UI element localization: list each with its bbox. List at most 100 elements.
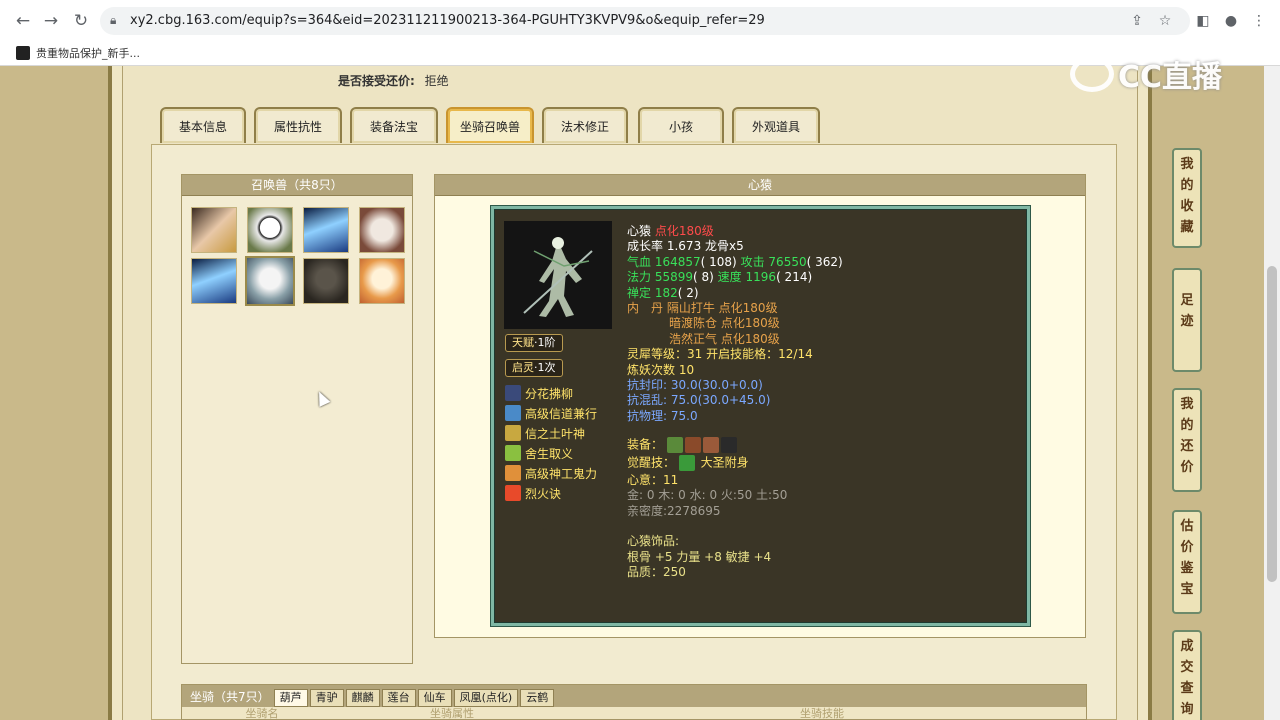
skill-label: 高级神工鬼力	[525, 466, 598, 481]
mount-panel: 坐骑（共7只） 葫芦 青驴 麒麟 莲台 仙车 凤凰(点化) 云鹤 坐骑名 坐骑属…	[181, 684, 1087, 720]
bargain-value: 拒绝	[424, 74, 449, 88]
zen-value: 182	[654, 285, 678, 300]
soul-skill-label: 开启技能格：	[706, 347, 779, 362]
equip-slot-icon[interactable]	[720, 437, 737, 453]
mount-tab[interactable]: 莲台	[381, 689, 416, 707]
star-icon[interactable]: ☆	[1156, 12, 1174, 30]
zen-extra: ( 2)	[677, 285, 699, 300]
mp-value: 55899	[654, 270, 694, 285]
mount-col-attr: 坐骑属性	[430, 707, 474, 720]
mount-tab[interactable]: 凤凰(点化)	[453, 689, 519, 707]
tab-spell-correction[interactable]: 法术修正	[542, 107, 628, 143]
forward-icon[interactable]: →	[40, 10, 62, 32]
bookmark-icon	[16, 46, 30, 60]
skill-item[interactable]: 高级神工鬼力	[505, 464, 597, 482]
tab-child[interactable]: 小孩	[638, 107, 724, 143]
skill-label: 烈火诀	[525, 486, 562, 501]
mp-label: 法力	[627, 270, 652, 285]
awaken-value: 大圣附身	[700, 455, 749, 470]
sidebar-footprints[interactable]: 足迹	[1172, 268, 1202, 372]
watermark-logo-icon	[1070, 56, 1114, 92]
skill-item[interactable]: 信之土叶神	[505, 424, 585, 442]
skill-item[interactable]: 分花拂柳	[505, 384, 573, 402]
sidebar-transaction-query[interactable]: 成交查询	[1172, 630, 1202, 720]
equip-label: 装备：	[627, 437, 664, 452]
pets-title: 召唤兽（共8只）	[182, 175, 412, 196]
reload-icon[interactable]: ↻	[70, 10, 92, 32]
bookmark-label: 贵重物品保护_新手...	[36, 47, 140, 60]
tab-equipment[interactable]: 装备法宝	[350, 107, 438, 143]
url-text[interactable]: xy2.cbg.163.com/equip?s=364&eid=20231121…	[130, 13, 765, 28]
atk-value: 76550	[768, 254, 807, 269]
mount-tab[interactable]: 云鹤	[520, 689, 555, 707]
tab-appearance[interactable]: 外观道具	[732, 107, 820, 143]
dragon-bone: 龙骨x5	[705, 239, 744, 254]
pet-thumb[interactable]	[247, 207, 293, 253]
elements-text: 金: 0 木: 0 水: 0 火:50 土:50	[627, 488, 788, 503]
back-icon[interactable]: ←	[12, 10, 34, 32]
hp-label: 气血	[627, 254, 652, 269]
neidan-item: 浩然正气 点化180级	[669, 331, 780, 346]
growth-value: 1.673	[666, 239, 702, 254]
mount-tab[interactable]: 葫芦	[273, 689, 308, 707]
equip-slot-icon[interactable]	[702, 437, 719, 453]
mount-col-name: 坐骑名	[245, 707, 279, 720]
awaken-label: 觉醒技：	[627, 455, 676, 470]
pet-thumb[interactable]	[359, 258, 405, 304]
menu-icon[interactable]: ⋮	[1248, 10, 1270, 32]
sidebar-label: 足迹	[1180, 293, 1194, 329]
skill-icon	[505, 465, 521, 481]
mind-value: 11	[663, 473, 679, 487]
spd-label: 速度	[717, 270, 742, 285]
equip-slot-icon[interactable]	[684, 437, 701, 453]
mount-tabs: 坐骑（共7只） 葫芦 青驴 麒麟 莲台 仙车 凤凰(点化) 云鹤	[182, 685, 1086, 707]
skill-label: 高级信道兼行	[525, 406, 598, 421]
tab-basic-info[interactable]: 基本信息	[160, 107, 246, 143]
pet-thumb[interactable]	[359, 207, 405, 253]
mount-tab[interactable]: 麒麟	[345, 689, 380, 707]
skill-item[interactable]: 高级信道兼行	[505, 404, 597, 422]
res-seal-label: 抗封印:	[627, 378, 668, 393]
sidebar-my-bargains[interactable]: 我的还价	[1172, 388, 1202, 492]
pet-figure-icon	[523, 237, 593, 317]
neidan-item: 隔山打牛 点化180级	[666, 301, 778, 316]
skill-item[interactable]: 烈火诀	[505, 484, 561, 502]
spirit-badge: 启灵·1次	[505, 359, 563, 377]
bookmark-item[interactable]: 贵重物品保护_新手...	[16, 44, 140, 62]
pet-thumb[interactable]	[303, 258, 349, 304]
spd-value: 1196	[745, 270, 777, 285]
refine-label: 炼妖次数	[627, 362, 676, 377]
pet-thumb[interactable]	[191, 258, 237, 304]
talent-value: ·1阶	[534, 336, 556, 349]
growth-label: 成长率	[627, 239, 664, 254]
pet-info-lower: 装备： 觉醒技： 大圣附身 心意：11 金: 0 木: 0 水: 0 火:50 …	[627, 437, 787, 580]
pet-thumb[interactable]	[303, 207, 349, 253]
equip-slot-icon[interactable]	[666, 437, 683, 453]
tab-attributes[interactable]: 属性抗性	[254, 107, 342, 143]
zen-label: 禅定	[627, 285, 652, 300]
soul-skill-value: 12/14	[778, 347, 813, 362]
pet-thumb[interactable]	[191, 207, 237, 253]
address-bar[interactable]: 🔒︎ xy2.cbg.163.com/equip?s=364&eid=20231…	[100, 7, 1190, 35]
skill-icon	[505, 445, 521, 461]
sidebar-favorites[interactable]: 我的收藏	[1172, 148, 1202, 248]
skill-label: 信之土叶神	[525, 426, 586, 441]
sidepanel-icon[interactable]: ◧	[1192, 10, 1214, 32]
spirit-label: 启灵	[512, 361, 534, 374]
skill-item[interactable]: 舍生取义	[505, 444, 573, 462]
atk-label: 攻击	[740, 254, 765, 269]
share-icon[interactable]: ⇪	[1128, 12, 1146, 30]
tab-mount-pets[interactable]: 坐骑召唤兽	[446, 107, 534, 143]
scrollbar-thumb[interactable]	[1267, 266, 1277, 582]
ornament-stats: 根骨 +5 力量 +8 敏捷 +4	[627, 549, 772, 564]
mount-col-skill: 坐骑技能	[800, 707, 844, 720]
sidebar-appraisal[interactable]: 估价鉴宝	[1172, 510, 1202, 614]
pet-thumb-selected[interactable]	[245, 256, 295, 306]
spirit-value: ·1次	[534, 361, 556, 374]
soul-label: 灵犀等级：	[627, 347, 688, 362]
mount-tab[interactable]: 青驴	[309, 689, 344, 707]
sidebar-label: 我的还价	[1180, 397, 1194, 475]
res-phys-label: 抗物理:	[627, 408, 668, 423]
mount-tab[interactable]: 仙车	[417, 689, 452, 707]
profile-icon[interactable]: ●	[1220, 10, 1242, 32]
